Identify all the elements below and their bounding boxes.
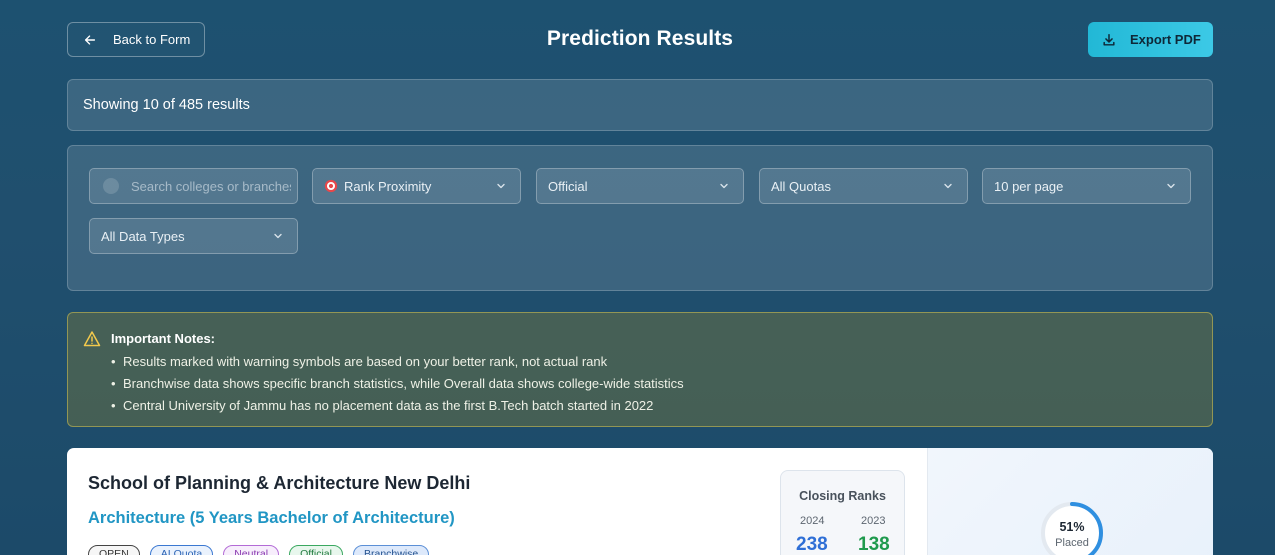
quota-select[interactable]: All Quotas xyxy=(759,168,968,204)
rank-year-2023: 2023 xyxy=(861,515,886,527)
rank-value-2024: 238 xyxy=(796,534,828,555)
quota-tag: AI Quota xyxy=(149,545,214,555)
category-tag: OPEN xyxy=(88,545,140,555)
source-select[interactable]: Official xyxy=(536,168,744,204)
quota-select-value: All Quotas xyxy=(771,178,831,194)
page-size-select-value: 10 per page xyxy=(994,178,1064,194)
sort-select[interactable]: Rank Proximity xyxy=(312,168,521,204)
chevron-down-icon xyxy=(720,183,728,189)
rank-value-2023: 138 xyxy=(858,534,890,555)
page-container: Back to Form Prediction Results Export P… xyxy=(67,0,1213,555)
source-tag: Official xyxy=(289,545,343,555)
tag-list: OPEN AI Quota Neutral Official Branchwis… xyxy=(88,545,430,555)
chevron-down-icon xyxy=(274,233,282,239)
data-type-select-value: All Data Types xyxy=(101,228,185,244)
chevron-down-icon xyxy=(944,183,952,189)
rank-year-2024: 2024 xyxy=(800,515,825,527)
college-name: School of Planning & Architecture New De… xyxy=(88,473,471,493)
sort-select-value: Rank Proximity xyxy=(344,178,432,194)
filters-panel: Rank Proximity Official All Quotas 10 pe… xyxy=(67,145,1213,291)
download-icon xyxy=(1103,33,1115,46)
export-button-label: Export PDF xyxy=(1130,32,1201,47)
results-count-bar: Showing 10 of 485 results xyxy=(67,79,1213,131)
export-pdf-button[interactable]: Export PDF xyxy=(1088,22,1213,57)
search-icon xyxy=(103,178,119,194)
note-item: Central University of Jammu has no place… xyxy=(111,395,684,417)
placement-panel: 51% Placed xyxy=(927,448,1213,555)
target-icon xyxy=(324,179,338,193)
closing-ranks-title: Closing Ranks xyxy=(799,489,886,503)
result-card[interactable]: School of Planning & Architecture New De… xyxy=(67,448,1213,555)
important-notes: Important Notes: Results marked with war… xyxy=(67,312,1213,427)
warning-icon xyxy=(83,331,101,347)
note-item: Branchwise data shows specific branch st… xyxy=(111,373,684,395)
data-type-select[interactable]: All Data Types xyxy=(89,218,298,254)
placement-percent: 51% xyxy=(1059,520,1085,534)
notes-list: Results marked with warning symbols are … xyxy=(111,351,684,417)
chevron-down-icon xyxy=(497,183,505,189)
branch-name: Architecture (5 Years Bachelor of Archit… xyxy=(88,509,455,527)
results-summary: Showing 10 of 485 results xyxy=(83,97,250,113)
chevron-down-icon xyxy=(1167,183,1175,189)
closing-ranks-box: Closing Ranks 2024 2023 238 138 xyxy=(780,470,905,555)
page-title: Prediction Results xyxy=(546,27,734,50)
data-type-tag: Branchwise xyxy=(352,545,430,555)
search-field[interactable] xyxy=(89,168,298,204)
search-input[interactable] xyxy=(131,178,291,194)
source-select-value: Official xyxy=(548,178,588,194)
note-item: Results marked with warning symbols are … xyxy=(111,351,684,373)
page-header: Back to Form Prediction Results Export P… xyxy=(67,0,1213,80)
page-size-select[interactable]: 10 per page xyxy=(982,168,1191,204)
placement-label: Placed xyxy=(1055,537,1089,549)
placement-gauge: 51% Placed xyxy=(1039,500,1105,555)
notes-title: Important Notes: xyxy=(111,331,215,346)
gender-tag: Neutral xyxy=(223,545,280,555)
